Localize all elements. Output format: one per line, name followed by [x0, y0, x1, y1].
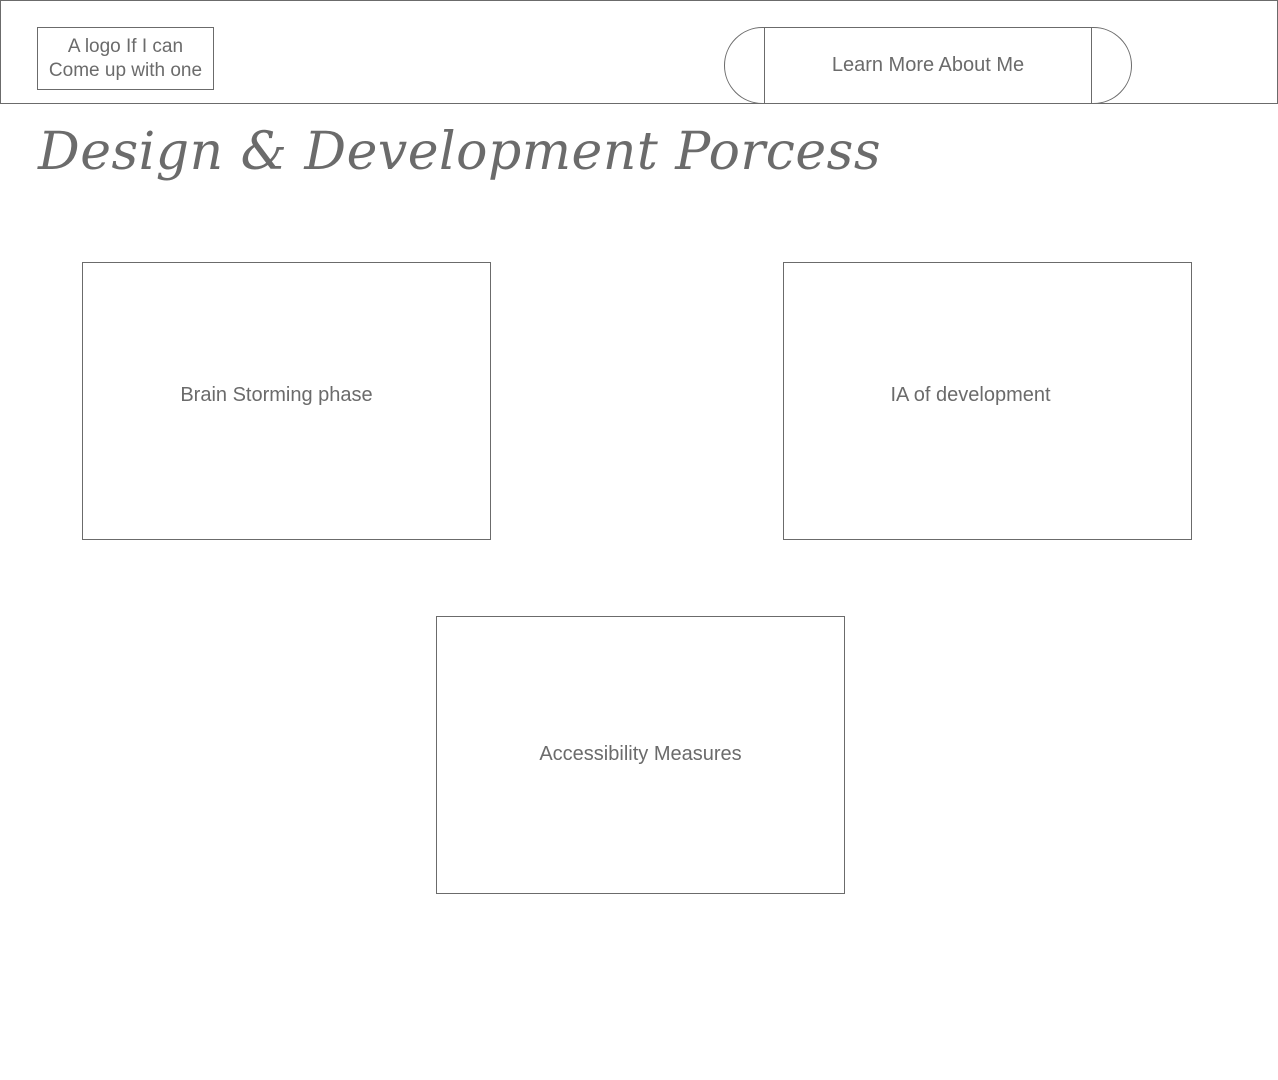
card-label: Brain Storming phase: [180, 383, 373, 406]
page-title: Design & Development Porcess: [38, 122, 882, 182]
button-right-divider: [1091, 28, 1092, 103]
card-brainstorming-phase[interactable]: Brain Storming phase: [82, 262, 491, 540]
card-ia-of-development[interactable]: IA of development: [783, 262, 1192, 540]
site-header: A logo If I can Come up with one Learn M…: [0, 0, 1278, 104]
learn-more-button[interactable]: Learn More About Me: [724, 27, 1132, 104]
card-label: Accessibility Measures: [539, 742, 742, 765]
card-accessibility-measures[interactable]: Accessibility Measures: [436, 616, 845, 894]
learn-more-label: Learn More About Me: [831, 54, 1025, 76]
logo-placeholder[interactable]: A logo If I can Come up with one: [37, 27, 214, 90]
card-label: IA of development: [890, 383, 1051, 406]
